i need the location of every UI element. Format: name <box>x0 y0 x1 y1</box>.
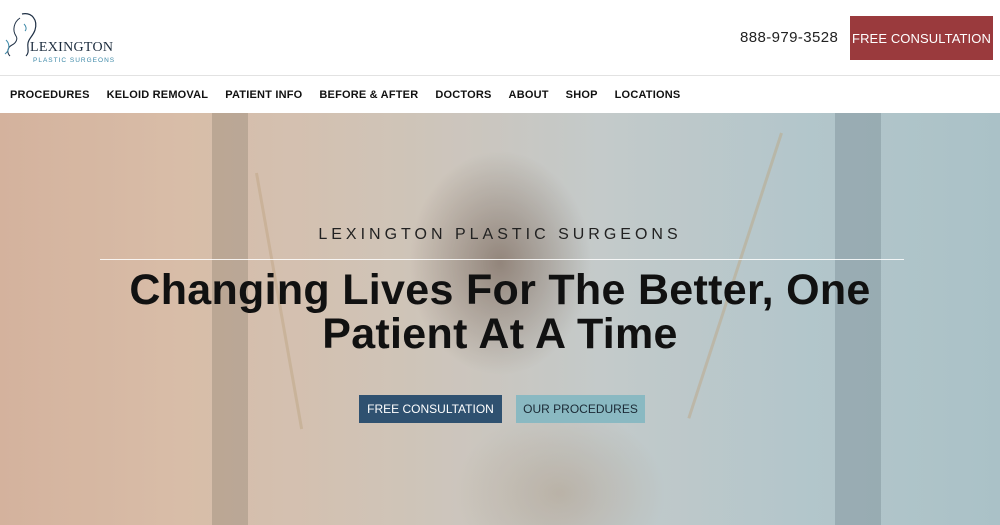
hero-title: Changing Lives For The Better, One Patie… <box>129 266 871 358</box>
phone-number-link[interactable]: 888-979-3528 <box>740 29 838 46</box>
hero-eyebrow: LEXINGTON PLASTIC SURGEONS <box>318 226 682 243</box>
main-nav: PROCEDURES KELOID REMOVAL PATIENT INFO B… <box>0 76 1000 113</box>
nav-item-shop[interactable]: SHOP <box>566 89 598 101</box>
free-consultation-hero-button[interactable]: FREE CONSULTATION <box>359 395 502 423</box>
hero-section: LEXINGTON PLASTIC SURGEONS Changing Live… <box>0 113 1000 525</box>
nav-item-procedures[interactable]: PROCEDURES <box>10 89 90 101</box>
nav-item-keloid-removal[interactable]: KELOID REMOVAL <box>107 89 209 101</box>
site-header: LEXINGTON PLASTIC SURGEONS 888-979-3528 … <box>0 0 1000 76</box>
nav-item-locations[interactable]: LOCATIONS <box>615 89 681 101</box>
nav-item-patient-info[interactable]: PATIENT INFO <box>225 89 302 101</box>
hero-divider <box>100 259 904 260</box>
free-consultation-header-button[interactable]: FREE CONSULTATION <box>850 16 993 60</box>
nav-item-doctors[interactable]: DOCTORS <box>435 89 491 101</box>
nav-item-before-after[interactable]: BEFORE & AFTER <box>319 89 418 101</box>
site-logo[interactable]: LEXINGTON PLASTIC SURGEONS <box>2 10 116 66</box>
nav-item-about[interactable]: ABOUT <box>509 89 549 101</box>
our-procedures-button[interactable]: OUR PROCEDURES <box>516 395 645 423</box>
logo-name: LEXINGTON <box>30 40 114 55</box>
logo-tagline: PLASTIC SURGEONS <box>33 57 116 64</box>
